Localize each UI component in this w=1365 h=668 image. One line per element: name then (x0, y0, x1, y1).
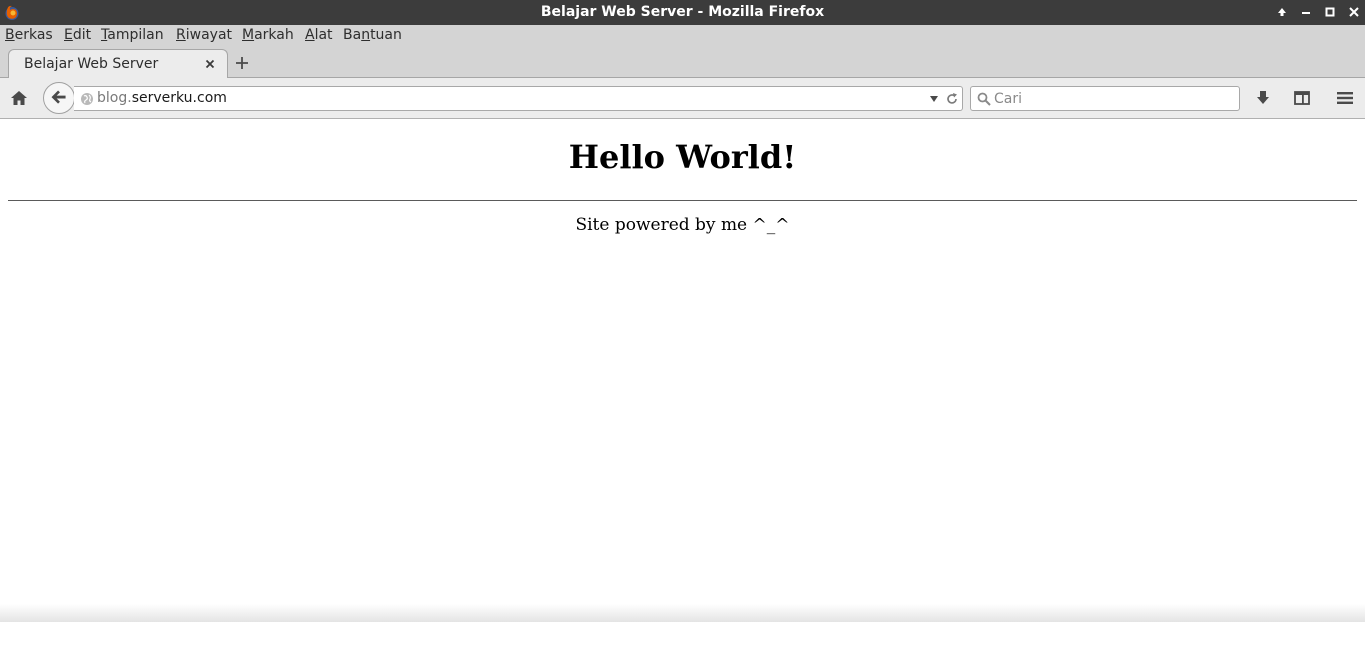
url-text[interactable]: blog.serverku.com (97, 90, 227, 106)
home-icon[interactable] (10, 89, 28, 107)
bottom-shadow (0, 604, 1365, 622)
close-icon[interactable] (1348, 6, 1360, 18)
reload-icon[interactable] (945, 92, 959, 106)
window-titlebar: Belajar Web Server - Mozilla Firefox (0, 0, 1365, 25)
url-bar[interactable]: blog.serverku.com (74, 86, 963, 111)
page-heading: Hello World! (568, 138, 797, 176)
sidebar-icon[interactable] (1293, 89, 1311, 107)
new-tab-icon[interactable] (235, 56, 249, 70)
maximize-up-icon[interactable] (1276, 6, 1288, 18)
menu-bar: Berkas Edit Tampilan Riwayat Markah Alat… (0, 25, 1365, 47)
menu-edit[interactable]: Edit (64, 27, 91, 43)
minimize-icon[interactable] (1300, 6, 1312, 18)
menu-alat[interactable]: Alat (305, 27, 333, 43)
back-button[interactable] (43, 82, 75, 114)
hamburger-menu-icon[interactable] (1336, 89, 1354, 107)
page-content: Hello World! Site powered by me ^_^ (0, 119, 1365, 622)
menu-riwayat[interactable]: Riwayat (176, 27, 232, 43)
tab-close-icon[interactable] (205, 59, 215, 69)
maximize-icon[interactable] (1324, 6, 1336, 18)
window-title: Belajar Web Server - Mozilla Firefox (540, 4, 825, 20)
horizontal-rule (8, 200, 1357, 201)
bottom-area (0, 622, 1365, 668)
menu-bantuan[interactable]: Bantuan (343, 27, 402, 43)
search-bar[interactable] (970, 86, 1240, 111)
tab-belajar-web-server[interactable]: Belajar Web Server (8, 49, 228, 79)
download-icon[interactable] (1254, 89, 1272, 107)
search-icon (977, 92, 991, 106)
tab-strip: Belajar Web Server (0, 47, 1365, 79)
dropdown-icon[interactable] (930, 96, 938, 102)
menu-tampilan[interactable]: Tampilan (101, 27, 164, 43)
page-footer-text: Site powered by me ^_^ (575, 215, 790, 235)
navigation-toolbar: blog.serverku.com (0, 78, 1365, 119)
search-input[interactable] (994, 89, 1234, 108)
back-arrow-icon (51, 90, 66, 104)
globe-icon[interactable] (80, 92, 94, 106)
menu-markah[interactable]: Markah (242, 27, 294, 43)
menu-berkas[interactable]: Berkas (5, 27, 53, 43)
tab-label: Belajar Web Server (24, 56, 159, 72)
